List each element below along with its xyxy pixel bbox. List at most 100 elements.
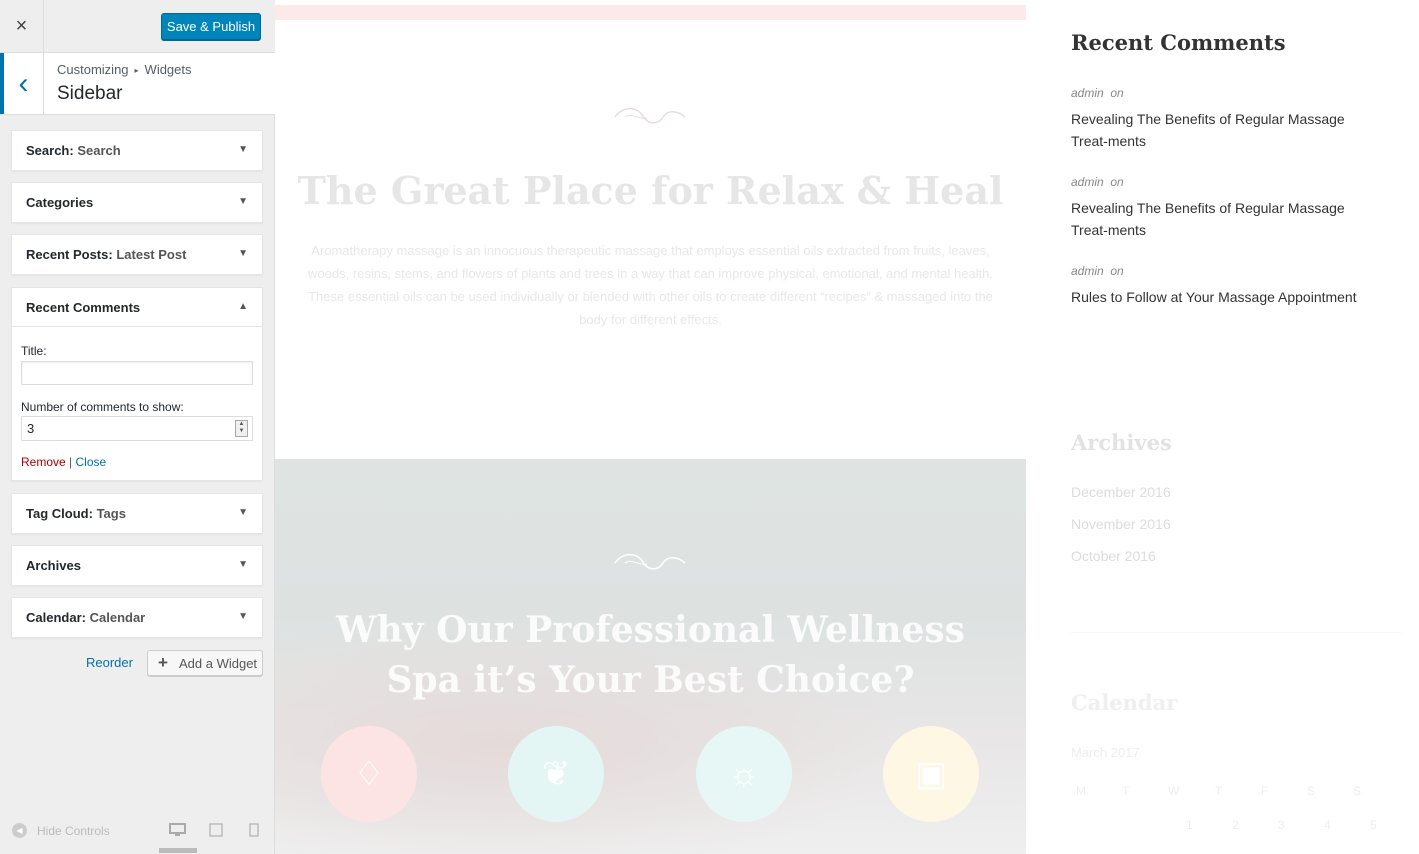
widget-header[interactable]: Recent Comments ▲ [12,288,262,327]
diamond-icon: ♢ [321,726,417,822]
calendar-date[interactable]: 1 [1186,818,1193,832]
close-widget-link[interactable]: Close [76,455,107,469]
archive-link[interactable]: December 2016 [1071,484,1171,500]
calendar-day-header: M [1076,784,1086,798]
calendar-month: March 2017 [1071,745,1140,760]
mobile-preview-icon[interactable] [249,823,259,842]
title-input[interactable] [21,361,253,385]
widget-recent-posts[interactable]: Recent Posts: Latest Post ▼ [11,234,263,275]
pink-banner [275,5,1026,20]
comment-post-link[interactable]: Revealing The Benefits of Regular Massag… [1071,197,1381,241]
comment-meta: admin on [1071,175,1124,189]
comment-post-link[interactable]: Rules to Follow at Your Massage Appointm… [1071,286,1381,308]
number-of-comments-label: Number of comments to show: [21,400,184,414]
reorder-link[interactable]: Reorder [86,655,133,670]
widget-title: Categories [26,195,94,210]
hide-controls-button[interactable]: ◀ Hide Controls [12,823,110,838]
archive-link[interactable]: November 2016 [1071,516,1171,532]
caret-down-icon[interactable]: ▼ [238,507,248,518]
close-icon: × [15,15,28,37]
breadcrumb-separator-icon: ▸ [134,66,139,75]
widget-title: Archives [26,558,81,573]
calendar-date[interactable]: 4 [1324,818,1331,832]
swirl-ornament-icon [613,103,687,135]
widget-header[interactable]: Archives ▼ [12,546,262,585]
calendar-heading: Calendar [1071,690,1178,715]
save-publish-button[interactable]: Save & Publish [161,13,261,40]
swirl-ornament-icon [613,549,687,581]
caret-down-icon[interactable]: ▼ [238,196,248,207]
back-button[interactable]: ‹ [0,53,44,114]
caret-down-icon[interactable]: ▼ [238,144,248,155]
widget-actions: Remove | Close [21,455,106,469]
customizer-header: × Save & Publish [0,0,275,53]
widget-search[interactable]: Search: Search ▼ [11,130,263,171]
title-label: Title: [21,344,47,358]
widget-title-colon: : [108,247,113,262]
widget-calendar[interactable]: Calendar: Calendar ▼ [11,597,263,638]
customizer-panel: × Save & Publish ‹ Customizing ▸ Widgets S… [0,0,275,854]
widget-header[interactable]: Recent Posts: Latest Post ▼ [12,235,262,274]
preview-sidebar: Recent Comments admin on Revealing The B… [1071,0,1401,854]
widget-archives[interactable]: Archives ▼ [11,545,263,586]
comment-meta: admin on [1071,86,1124,100]
panel-title: Sidebar [57,83,123,104]
caret-down-icon[interactable]: ▼ [238,559,248,570]
calendar-day-header: S [1353,784,1362,798]
widget-title: Search: Search [26,143,121,158]
add-widget-button[interactable]: + Add a Widget [147,650,263,676]
widget-name: Recent Posts [26,247,109,262]
hero-title: The Great Place for Relax & Heal [297,168,1004,213]
site-preview[interactable]: The Great Place for Relax & Heal Aromath… [275,0,1419,854]
widget-recent-comments[interactable]: Recent Comments ▲ Title: Number of comme… [11,287,263,481]
calendar-date[interactable]: 2 [1232,818,1239,832]
desktop-preview-icon[interactable] [169,823,186,842]
comment-on: on [1110,86,1124,100]
calendar-date[interactable]: 5 [1370,818,1377,832]
number-of-comments-value: 3 [27,421,35,436]
calendar-day-header: T [1215,784,1223,798]
caret-up-icon[interactable]: ▲ [238,301,248,312]
widget-categories[interactable]: Categories ▼ [11,182,263,223]
hero-text: Aromatherapy massage is an innocuous the… [307,243,994,327]
spinner-icon[interactable]: ▲ ▼ [235,420,248,437]
spa-section-title: Why Our Professional Wellness Spa it’s Y… [336,609,965,701]
widget-title-colon: : [69,143,74,158]
comment-on: on [1110,264,1124,278]
widget-tag-cloud[interactable]: Tag Cloud: Tags ▼ [11,493,263,534]
gift-icon: ▣ [883,726,979,822]
widget-header[interactable]: Search: Search ▼ [12,131,262,170]
tablet-preview-icon[interactable] [209,823,223,842]
caret-down-icon[interactable]: ▼ [238,248,248,259]
archives-heading: Archives [1071,430,1172,455]
archive-link[interactable]: October 2016 [1071,548,1156,564]
calendar-day-header: W [1168,784,1180,798]
calendar-day-header: S [1307,784,1316,798]
comment-on: on [1110,175,1124,189]
comment-author: admin [1071,86,1104,100]
caret-down-icon[interactable]: ▼ [238,611,248,622]
sun-icon: ☼ [696,726,792,822]
section-title-bar: ‹ Customizing ▸ Widgets Sidebar [0,53,275,115]
active-device-indicator [159,848,197,853]
widget-instance-title: Latest Post [116,247,187,262]
actions-separator: | [69,455,73,469]
breadcrumb-item: Customizing [57,62,129,77]
breadcrumb-item: Widgets [144,62,192,77]
widget-header[interactable]: Calendar: Calendar ▼ [12,598,262,637]
collapse-icon: ◀ [12,823,27,838]
breadcrumb: Customizing ▸ Widgets [57,62,192,77]
comment-meta: admin on [1071,264,1124,278]
comment-author: admin [1071,175,1104,189]
comment-post-link[interactable]: Revealing The Benefits of Regular Massag… [1071,108,1381,152]
close-customizer-button[interactable]: × [0,0,44,53]
remove-widget-link[interactable]: Remove [21,455,66,469]
widget-title: Recent Posts: Latest Post [26,247,186,262]
widget-instance-title: Tags [96,506,126,521]
widget-header[interactable]: Categories ▼ [12,183,262,222]
calendar-date[interactable]: 3 [1278,818,1285,832]
widget-header[interactable]: Tag Cloud: Tags ▼ [12,494,262,533]
chevron-left-icon: ‹ [18,66,29,100]
number-of-comments-input[interactable]: 3 ▲ ▼ [21,416,253,441]
calendar-day-header: T [1122,784,1130,798]
